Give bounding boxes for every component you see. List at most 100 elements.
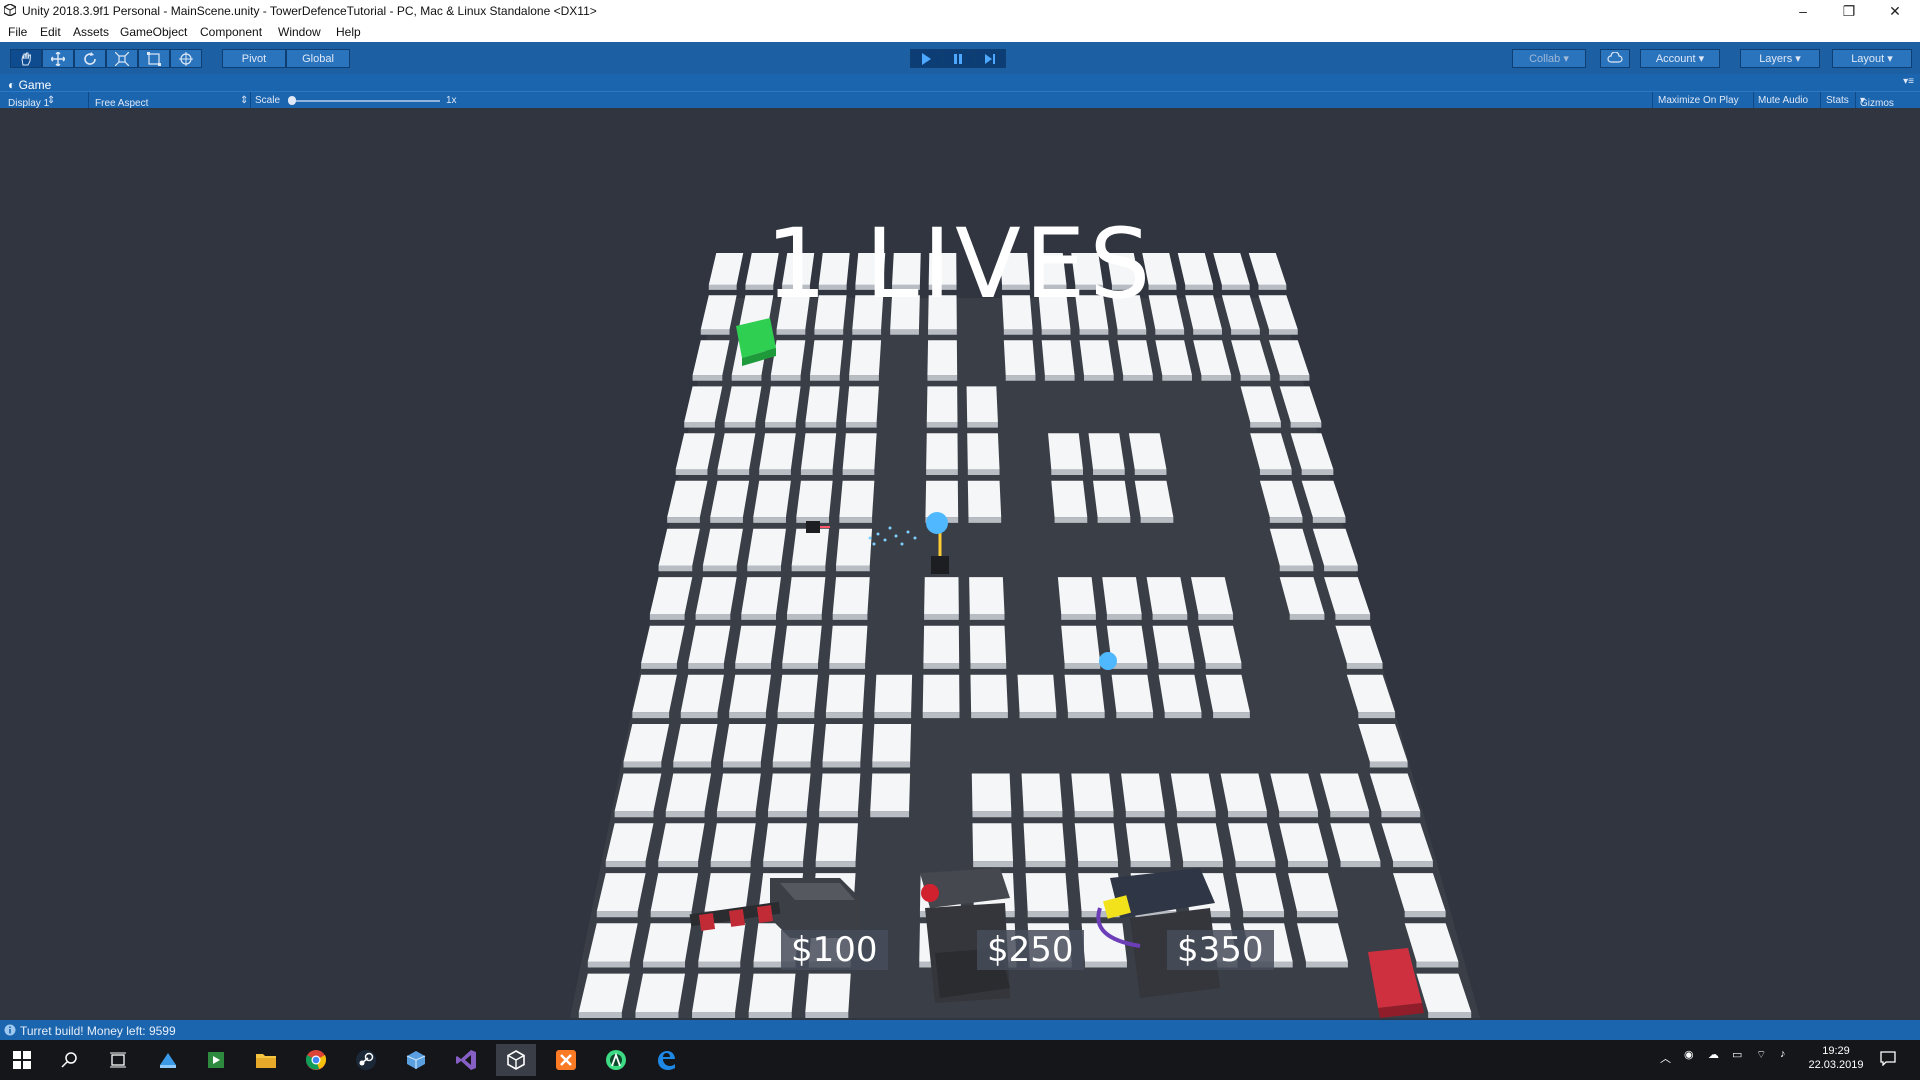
minimize-button[interactable]: – bbox=[1780, 0, 1826, 22]
scale-slider-thumb[interactable] bbox=[288, 96, 296, 105]
build-tile[interactable] bbox=[673, 724, 718, 762]
build-tile[interactable] bbox=[688, 625, 731, 663]
build-tile[interactable] bbox=[1071, 773, 1114, 812]
menu-assets[interactable]: Assets bbox=[73, 25, 109, 39]
build-tile[interactable] bbox=[971, 773, 1012, 812]
build-tile[interactable] bbox=[1064, 674, 1105, 713]
file-explorer-icon[interactable] bbox=[246, 1044, 286, 1076]
windows-start-icon[interactable] bbox=[2, 1044, 42, 1076]
build-tile[interactable] bbox=[1023, 823, 1066, 862]
build-tile[interactable] bbox=[849, 340, 882, 376]
build-tile[interactable] bbox=[1121, 773, 1165, 812]
game-viewport[interactable]: 1 LIVES $100 $250 $350 bbox=[0, 108, 1920, 1020]
build-tile[interactable] bbox=[1021, 773, 1063, 812]
build-tile[interactable] bbox=[970, 674, 1008, 713]
pause-button[interactable] bbox=[942, 49, 974, 68]
build-tile[interactable] bbox=[1025, 873, 1069, 912]
maximize-on-play-toggle[interactable]: Maximize On Play bbox=[1658, 95, 1739, 106]
unity-icon[interactable] bbox=[496, 1044, 536, 1076]
build-tile[interactable] bbox=[825, 674, 866, 713]
build-tile[interactable] bbox=[753, 480, 791, 518]
build-tile[interactable] bbox=[800, 433, 837, 470]
build-tile[interactable] bbox=[1158, 674, 1202, 713]
build-tile[interactable] bbox=[967, 480, 1002, 518]
build-tile[interactable] bbox=[704, 873, 751, 912]
close-button[interactable]: ✕ bbox=[1872, 0, 1918, 22]
build-tile[interactable] bbox=[924, 577, 959, 615]
build-tile[interactable] bbox=[723, 724, 766, 762]
steam-icon[interactable] bbox=[346, 1044, 386, 1076]
hand-tool-icon[interactable] bbox=[10, 49, 42, 68]
build-tile[interactable] bbox=[765, 386, 801, 422]
app-2-icon[interactable] bbox=[196, 1044, 236, 1076]
build-tile[interactable] bbox=[1088, 433, 1125, 470]
menu-edit[interactable]: Edit bbox=[40, 25, 61, 39]
build-tile[interactable] bbox=[926, 433, 958, 470]
build-tile[interactable] bbox=[1051, 480, 1088, 518]
build-tile[interactable] bbox=[809, 340, 844, 376]
build-tile[interactable] bbox=[1079, 340, 1114, 376]
collab-dropdown[interactable]: Collab ▾ bbox=[1512, 49, 1586, 68]
build-tile[interactable] bbox=[829, 625, 868, 663]
layers-dropdown[interactable]: Layers ▾ bbox=[1740, 49, 1820, 68]
rotate-tool-icon[interactable] bbox=[74, 49, 106, 68]
build-tile[interactable] bbox=[1048, 433, 1084, 470]
build-tile[interactable] bbox=[741, 577, 782, 615]
build-tile[interactable] bbox=[845, 386, 879, 422]
build-tile[interactable] bbox=[927, 340, 958, 376]
build-tile[interactable] bbox=[1061, 625, 1101, 663]
build-tile[interactable] bbox=[729, 674, 771, 713]
build-tile[interactable] bbox=[716, 773, 761, 812]
app-3-icon[interactable] bbox=[396, 1044, 436, 1076]
build-tile[interactable] bbox=[832, 577, 870, 615]
build-tile[interactable] bbox=[1093, 480, 1131, 518]
volume-icon[interactable]: ♪ bbox=[1780, 1048, 1786, 1060]
menu-help[interactable]: Help bbox=[336, 25, 361, 39]
shop-item-laser-beamer[interactable]: $350 bbox=[1167, 930, 1274, 970]
build-tile[interactable] bbox=[1041, 340, 1075, 376]
steam-tray-icon[interactable]: ◉ bbox=[1684, 1048, 1694, 1061]
build-tile[interactable] bbox=[842, 433, 877, 470]
restore-button[interactable]: ❐ bbox=[1826, 0, 1872, 22]
build-tile[interactable] bbox=[836, 528, 873, 566]
build-tile[interactable] bbox=[650, 873, 699, 912]
build-tile[interactable] bbox=[665, 773, 712, 812]
edge-icon[interactable] bbox=[646, 1044, 686, 1076]
clock[interactable]: 19:29 22.03.2019 bbox=[1806, 1045, 1866, 1071]
build-tile[interactable] bbox=[1003, 340, 1036, 376]
build-tile[interactable] bbox=[1111, 674, 1154, 713]
build-tile[interactable] bbox=[922, 674, 960, 713]
android-studio-icon[interactable] bbox=[596, 1044, 636, 1076]
build-tile[interactable] bbox=[772, 724, 815, 762]
build-tile[interactable] bbox=[870, 773, 911, 812]
build-tile[interactable] bbox=[815, 823, 858, 862]
panel-menu-icon[interactable]: ▾≡ bbox=[1903, 76, 1914, 87]
move-tool-icon[interactable] bbox=[42, 49, 74, 68]
gizmos-dropdown[interactable]: Gizmos ▾ bbox=[1860, 95, 1894, 109]
play-button[interactable] bbox=[910, 49, 942, 68]
build-tile[interactable] bbox=[680, 674, 724, 713]
build-tile[interactable] bbox=[926, 386, 958, 422]
account-dropdown[interactable]: Account ▾ bbox=[1640, 49, 1720, 68]
build-tile[interactable] bbox=[791, 528, 830, 566]
build-tile[interactable] bbox=[770, 340, 806, 376]
shop-item-standard-turret[interactable]: $100 bbox=[781, 930, 888, 970]
build-tile[interactable] bbox=[966, 386, 998, 422]
menu-component[interactable]: Component bbox=[200, 25, 262, 39]
step-button[interactable] bbox=[974, 49, 1006, 68]
mute-audio-toggle[interactable]: Mute Audio bbox=[1758, 95, 1808, 106]
transform-tool-icon[interactable] bbox=[170, 49, 202, 68]
build-tile[interactable] bbox=[658, 823, 705, 862]
build-tile[interactable] bbox=[923, 625, 960, 663]
build-tile[interactable] bbox=[782, 625, 822, 663]
build-tile[interactable] bbox=[635, 973, 686, 1012]
build-tile[interactable] bbox=[925, 480, 959, 518]
build-tile[interactable] bbox=[692, 973, 741, 1012]
wifi-icon[interactable]: ⌔ bbox=[1756, 1048, 1766, 1062]
build-tile[interactable] bbox=[969, 625, 1007, 663]
build-tile[interactable] bbox=[763, 823, 807, 862]
chrome-icon[interactable] bbox=[296, 1044, 336, 1076]
shop-item-missile-launcher[interactable]: $250 bbox=[977, 930, 1084, 970]
build-tile[interactable] bbox=[874, 674, 913, 713]
build-tile[interactable] bbox=[1146, 577, 1188, 615]
